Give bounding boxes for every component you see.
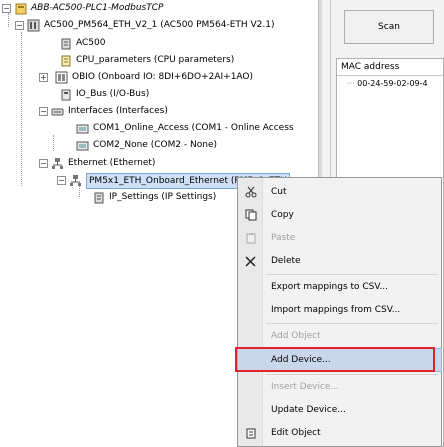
menu-item-label: Export mappings to CSV... (271, 282, 388, 292)
parameters-icon (92, 191, 105, 204)
tree-item-io-bus[interactable]: IO_Bus (I/O-Bus) (59, 86, 149, 103)
menu-item-label: Copy (271, 210, 294, 220)
menu-separator (266, 374, 438, 375)
menu-item-label: Edit Object (271, 428, 321, 438)
tree-label: IP_Settings (IP Settings) (109, 192, 217, 202)
tree-label: CPU_parameters (CPU parameters) (76, 55, 235, 65)
collapse-toggle[interactable]: − (39, 159, 48, 168)
delete-icon (238, 255, 263, 267)
menu-item-delete[interactable]: Delete (238, 250, 441, 272)
tree-item-obio[interactable]: + OBIO (Onboard IO: 8DI+6DO+2AI+1AO) (39, 69, 253, 86)
tree-label: COM2_None (COM2 - None) (93, 140, 218, 150)
scissors-icon (238, 186, 263, 198)
scan-button[interactable]: Scan (344, 10, 434, 44)
module-icon (59, 37, 72, 50)
tree-label: AC500 (76, 38, 106, 48)
tree-item-plc[interactable]: − AC500_PM564_ETH_V2_1 (AC500 PM564-ETH … (15, 17, 275, 34)
menu-item-update-device[interactable]: Update Device... (238, 399, 441, 421)
interfaces-icon (51, 105, 64, 118)
collapse-toggle[interactable]: − (15, 21, 24, 30)
tree-label: Ethernet (Ethernet) (68, 158, 156, 168)
io-module-icon (55, 71, 68, 84)
tree-label: IO_Bus (I/O-Bus) (76, 89, 150, 99)
menu-separator (266, 323, 438, 324)
edit-object-icon (238, 427, 263, 439)
tree-item-ethernet[interactable]: − Ethernet (Ethernet) (39, 155, 155, 172)
collapse-toggle[interactable]: − (39, 107, 48, 116)
tree-line (21, 32, 22, 186)
list-item[interactable]: ··· 00-24-59-02-09-4 (337, 76, 443, 92)
menu-item-export-csv[interactable]: Export mappings to CSV... (238, 276, 441, 298)
paste-icon (238, 232, 263, 244)
menu-item-paste[interactable]: Paste (238, 227, 441, 249)
tree-item-root[interactable]: − ABB-AC500-PLC1-ModbusTCP (2, 0, 163, 17)
menu-item-copy[interactable]: Copy (238, 204, 441, 226)
menu-item-label: Delete (271, 256, 301, 266)
copy-icon (238, 209, 263, 221)
callout-highlight (235, 347, 435, 372)
menu-item-edit-object[interactable]: Edit Object (238, 422, 441, 444)
tree-label: Interfaces (Interfaces) (68, 106, 168, 116)
tree-item-com2[interactable]: COM2_None (COM2 - None) (76, 137, 217, 154)
mac-address-header[interactable]: MAC address (337, 59, 443, 76)
tree-label: AC500_PM564_ETH_V2_1 (AC500 PM564-ETH V2… (44, 20, 275, 30)
tree-line (53, 135, 54, 151)
parameters-icon (59, 54, 72, 67)
menu-item-insert-device[interactable]: Insert Device... (238, 376, 441, 398)
menu-item-cut[interactable]: Cut (238, 181, 441, 203)
menu-item-label: Import mappings from CSV... (271, 305, 401, 315)
serial-port-icon (76, 139, 89, 152)
menu-item-import-csv[interactable]: Import mappings from CSV... (238, 299, 441, 321)
menu-item-label: Paste (271, 233, 296, 243)
tree-item-ac500[interactable]: AC500 (59, 35, 105, 52)
tree-item-cpu-parameters[interactable]: CPU_parameters (CPU parameters) (59, 52, 234, 69)
menu-item-label: Insert Device... (271, 382, 340, 392)
tree-item-ip-settings[interactable]: IP_Settings (IP Settings) (92, 189, 216, 206)
project-icon (14, 2, 27, 15)
menu-item-label: Update Device... (271, 405, 346, 415)
serial-port-icon (76, 122, 89, 135)
context-menu: Cut Copy Paste Delete Export mappings to… (237, 177, 442, 447)
expand-toggle[interactable]: + (39, 73, 48, 82)
collapse-toggle[interactable]: − (57, 176, 66, 185)
tree-label: ABB-AC500-PLC1-ModbusTCP (31, 3, 164, 13)
menu-item-label: Cut (271, 187, 287, 197)
ethernet-icon (51, 157, 64, 170)
mac-address-value: 00-24-59-02-09-4 (357, 79, 428, 88)
menu-item-add-object[interactable]: Add Object (238, 325, 441, 347)
tree-label: OBIO (Onboard IO: 8DI+6DO+2AI+1AO) (72, 72, 254, 82)
tree-item-com1[interactable]: COM1_Online_Access (COM1 - Online Access (76, 120, 294, 137)
tree-label: COM1_Online_Access (COM1 - Online Access (93, 123, 294, 133)
plc-icon (27, 19, 40, 32)
tree-line: ··· (347, 79, 358, 88)
collapse-toggle[interactable]: − (2, 4, 11, 13)
tree-item-interfaces[interactable]: − Interfaces (Interfaces) (39, 103, 168, 120)
menu-item-label: Add Object (271, 331, 321, 341)
menu-separator (266, 274, 438, 275)
bus-icon (59, 88, 72, 101)
ethernet-icon (69, 174, 82, 187)
